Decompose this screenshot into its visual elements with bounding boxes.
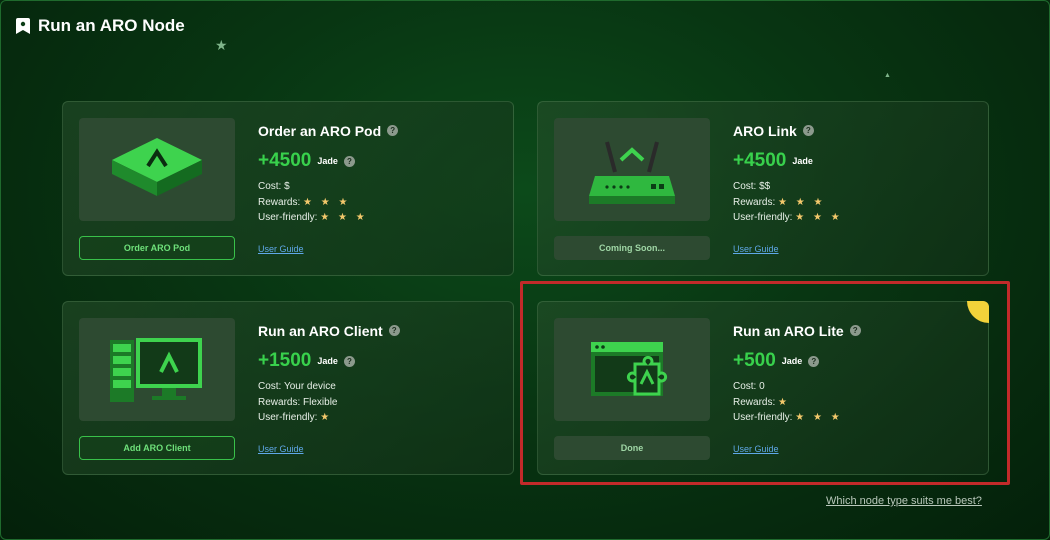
add-aro-client-button[interactable]: Add ARO Client	[79, 436, 235, 460]
reward-unit: Jade	[792, 156, 813, 166]
cost-text: Cost: $$	[733, 181, 771, 192]
rewards-label: Rewards:	[733, 196, 776, 208]
bookmark-icon	[16, 18, 30, 34]
reward-points: +1500	[258, 350, 312, 371]
friendly-label: User-friendly:	[258, 212, 318, 223]
card-title: Order an ARO Pod ?	[258, 122, 498, 139]
reward-row: +4500 Jade	[733, 150, 973, 171]
card-stats: Cost: $$ Rewards: ★ ★ ★ User-friendly: ★…	[733, 179, 973, 226]
page-header: Run an ARO Node	[16, 16, 185, 36]
card-aro-client: Add ARO Client Run an ARO Client ? +1500…	[62, 301, 514, 475]
rewards-row: Rewards: ★ ★ ★	[258, 195, 498, 211]
reward-unit: Jade	[317, 356, 338, 366]
desktop-server-icon	[79, 318, 235, 421]
rewards-stars: ★ ★ ★	[778, 196, 826, 208]
card-stats: Cost: $ Rewards: ★ ★ ★ User-friendly: ★ …	[258, 179, 498, 226]
card-stats: Cost: Your device Rewards: Flexible User…	[258, 379, 498, 426]
friendly-row: User-friendly: ★ ★ ★	[258, 210, 498, 226]
rewards-row: Rewards: ★ ★ ★	[733, 195, 973, 211]
reward-unit: Jade	[317, 156, 338, 166]
friendly-stars: ★ ★ ★	[320, 212, 368, 223]
sparkle-icon: ★	[215, 37, 228, 53]
rewards-stars: ★ ★ ★	[303, 196, 351, 208]
reward-points: +4500	[733, 150, 787, 171]
reward-row: +4500 Jade ?	[258, 150, 498, 171]
help-icon[interactable]: ?	[387, 125, 399, 136]
rewards-row: Rewards: Flexible	[258, 395, 498, 411]
selection-highlight	[520, 281, 1010, 485]
card-aro-pod: Order ARO Pod Order an ARO Pod ? +4500 J…	[62, 101, 514, 276]
coming-soon-button[interactable]: Coming Soon...	[554, 236, 710, 260]
card-title: Run an ARO Client ?	[258, 322, 498, 339]
friendly-row: User-friendly: ★	[258, 410, 498, 426]
friendly-stars: ★ ★ ★	[795, 212, 843, 223]
help-icon[interactable]: ?	[343, 355, 355, 367]
router-icon	[554, 118, 710, 221]
user-guide-link[interactable]: User Guide	[733, 244, 779, 254]
aro-pod-device-icon	[79, 118, 235, 221]
reward-points: +4500	[258, 150, 312, 171]
page-title: Run an ARO Node	[38, 16, 185, 35]
card-title: ARO Link ?	[733, 122, 973, 139]
user-guide-link[interactable]: User Guide	[258, 244, 304, 254]
card-title-text: Order an ARO Pod	[258, 122, 382, 139]
help-icon[interactable]: ?	[343, 155, 355, 167]
order-aro-pod-button[interactable]: Order ARO Pod	[79, 236, 235, 260]
cost-text: Cost: Your device	[258, 381, 336, 392]
friendly-row: User-friendly: ★ ★ ★	[733, 210, 973, 226]
friendly-stars: ★	[320, 412, 333, 423]
rewards-label: Rewards:	[258, 196, 301, 208]
sparkle-icon: ▲	[884, 72, 891, 79]
card-aro-link: Coming Soon... ARO Link ? +4500 Jade Cos…	[537, 101, 989, 276]
rewards-label: Rewards: Flexible	[258, 396, 338, 408]
friendly-label: User-friendly:	[733, 212, 793, 223]
friendly-label: User-friendly:	[258, 412, 318, 423]
cost-text: Cost: $	[258, 181, 290, 192]
card-title-text: Run an ARO Client	[258, 322, 383, 339]
help-icon[interactable]: ?	[802, 125, 814, 136]
reward-row: +1500 Jade ?	[258, 350, 498, 371]
node-type-help-link[interactable]: Which node type suits me best?	[826, 495, 982, 507]
user-guide-link[interactable]: User Guide	[258, 444, 304, 454]
help-icon[interactable]: ?	[388, 325, 400, 336]
card-title-text: ARO Link	[733, 122, 797, 139]
